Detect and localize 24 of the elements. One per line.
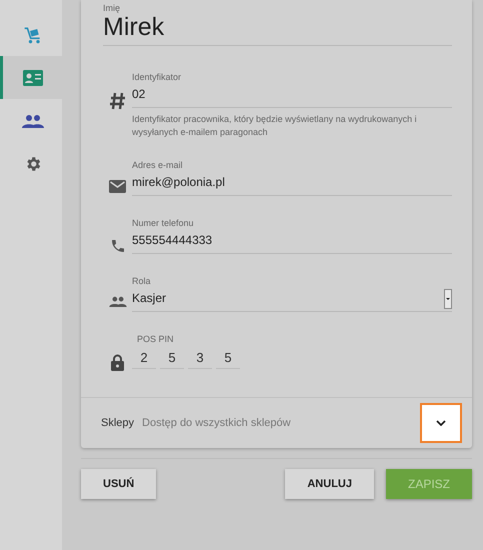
sidebar-item[interactable] — [0, 56, 62, 99]
help-text: Identyfikator pracownika, który będzie wyświetlany na wydrukowanych i wysyłanych e-mailem paragonach — [132, 113, 418, 138]
expand-button[interactable] — [420, 403, 462, 444]
chevron-icon — [436, 420, 446, 426]
id-card-icon — [22, 68, 44, 86]
text-field[interactable]: Numer telefonu 555554444333 — [132, 218, 452, 254]
stores-label: Sklepy — [101, 417, 134, 430]
pin-digit-field[interactable]: 5 — [216, 350, 240, 370]
pin-digit-field[interactable]: 2 — [132, 350, 156, 370]
delete-button[interactable]: USUŃ — [81, 469, 156, 500]
pin-digit-field[interactable]: 3 — [188, 350, 212, 370]
lock-icon — [111, 354, 124, 372]
people-icon — [108, 296, 126, 308]
pin-digit-field[interactable]: 5 — [160, 350, 184, 370]
name-field[interactable]: Imię Mirek — [103, 3, 452, 46]
text-field[interactable]: Identyfikator 02 — [132, 72, 452, 108]
people-icon — [22, 114, 44, 128]
stores-value: Dostęp do wszystkich sklepów — [142, 417, 292, 430]
field-label: POS PIN — [137, 334, 175, 344]
phone-icon — [110, 238, 126, 254]
text-field[interactable]: Adres e-mail mirek@polonia.pl — [132, 160, 452, 196]
role-dropdown[interactable]: Rola Kasjer — [132, 276, 452, 312]
envelope-icon — [109, 180, 126, 194]
cancel-button[interactable]: ANULUJ — [285, 469, 374, 500]
